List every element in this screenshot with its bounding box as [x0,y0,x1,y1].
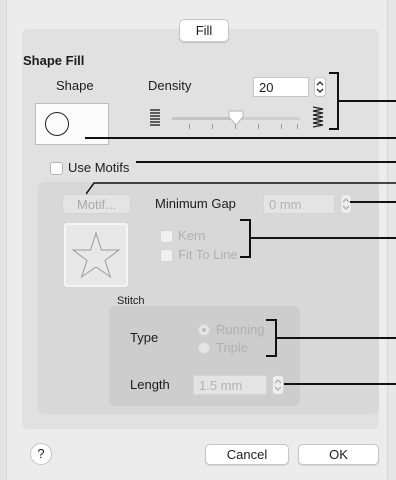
length-label: Length [130,377,170,392]
slider-tick [297,124,298,129]
help-button[interactable]: ? [30,443,52,465]
stepper-arrows-icon [274,379,282,391]
kern-checkbox[interactable] [160,230,173,243]
fit-to-line-label: Fit To Line [178,247,238,262]
use-motifs-checkbox[interactable] [50,162,63,175]
tab-fill[interactable]: Fill [179,19,229,42]
shape-callout-line [85,137,396,139]
length-field[interactable]: 1.5 mm [193,375,267,395]
kern-fit-bracket [240,219,251,258]
slider-tick [258,124,259,129]
use-motifs-callout-line [136,161,396,163]
ok-button[interactable]: OK [298,444,379,465]
low-density-icon [150,109,160,126]
stepper-arrows-icon [316,81,324,93]
type-callout-line [277,337,396,339]
shape-selector[interactable] [35,103,109,145]
window-left-edge [0,0,7,480]
shape-fill-heading: Shape Fill [23,53,85,68]
kern-label: Kern [178,228,206,243]
window-right-edge [387,0,396,480]
minimum-gap-field[interactable]: 0 mm [263,194,335,214]
kern-fit-callout-line [251,237,396,239]
minimum-gap-callout-line [350,201,396,203]
motif-preview[interactable] [64,223,128,287]
length-callout-line [284,383,396,385]
density-bracket [329,72,339,130]
minimum-gap-stepper[interactable] [340,194,352,214]
density-field[interactable]: 20 [253,77,309,97]
type-bracket [266,319,277,357]
slider-tick [189,124,190,129]
cancel-button[interactable]: Cancel [205,444,289,465]
density-label: Density [148,78,192,93]
type-option-running: Running [216,322,265,337]
use-motifs-label: Use Motifs [68,160,130,175]
length-stepper[interactable] [272,375,284,395]
stepper-arrows-icon [342,198,350,210]
type-label: Type [130,330,159,345]
type-option-triple: Triple [216,340,249,355]
slider-tick [281,124,282,129]
radio-running[interactable] [198,324,210,336]
radio-selected-dot [202,328,206,332]
density-slider-thumb[interactable] [228,110,244,126]
minimum-gap-label: Minimum Gap [155,196,236,211]
star-icon [71,231,121,279]
shape-label: Shape [56,78,94,93]
motif-button[interactable]: Motif... [62,194,131,214]
motif-callout-line [86,182,396,195]
high-density-icon [312,106,324,128]
density-slider-fill [172,117,236,120]
density-stepper[interactable] [314,77,326,97]
fit-to-line-checkbox[interactable] [160,249,173,262]
density-callout-line [339,100,396,102]
radio-triple[interactable] [198,342,210,354]
circle-shape-icon [45,112,69,136]
slider-tick [212,124,213,129]
